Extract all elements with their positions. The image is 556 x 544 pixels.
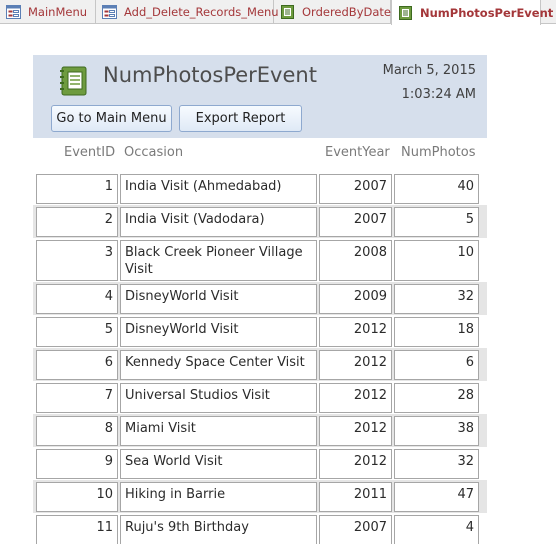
eventyear-cell: 2007 xyxy=(319,174,392,204)
tab-label: MainMenu xyxy=(28,5,88,19)
occasion-cell: Kennedy Space Center Visit xyxy=(120,350,317,380)
numphotos-cell: 10 xyxy=(394,240,479,281)
eventid-cell: 9 xyxy=(36,449,118,479)
eventyear-cell: 2012 xyxy=(319,416,392,446)
form-icon xyxy=(6,5,21,19)
eventyear-cell: 2011 xyxy=(319,482,392,512)
report-title: NumPhotosPerEvent xyxy=(103,63,317,87)
tab-label: NumPhotosPerEvent xyxy=(420,5,554,20)
occasion-cell: DisneyWorld Visit xyxy=(120,317,317,347)
table-row: 1 India Visit (Ahmedabad) 2007 40 xyxy=(33,172,487,205)
numphotos-cell: 28 xyxy=(394,383,479,413)
eventyear-cell: 2012 xyxy=(319,383,392,413)
tab-label: Add_Delete_Records_Menu xyxy=(124,5,279,19)
table-row: 3 Black Creek Pioneer Village Visit 2008… xyxy=(33,238,487,282)
numphotos-cell: 5 xyxy=(394,207,479,237)
column-header-numphotos: NumPhotos xyxy=(401,145,476,160)
eventyear-cell: 2007 xyxy=(319,515,392,544)
table-row: 6 Kennedy Space Center Visit 2012 6 xyxy=(33,348,487,381)
eventyear-cell: 2012 xyxy=(319,449,392,479)
numphotos-cell: 38 xyxy=(394,416,479,446)
report-header: NumPhotosPerEvent March 5, 2015 1:03:24 … xyxy=(33,55,487,138)
eventyear-cell: 2007 xyxy=(319,207,392,237)
form-icon xyxy=(102,5,117,19)
table-row: 8 Miami Visit 2012 38 xyxy=(33,414,487,447)
occasion-cell: Black Creek Pioneer Village Visit xyxy=(120,240,317,281)
column-header-occasion: Occasion xyxy=(124,145,184,160)
table-row: 11 Ruju's 9th Birthday 2007 4 xyxy=(33,513,487,544)
tab-orderedbydate[interactable]: OrderedByDate xyxy=(274,0,391,24)
eventyear-cell: 2012 xyxy=(319,317,392,347)
occasion-cell: DisneyWorld Visit xyxy=(120,284,317,314)
eventid-cell: 6 xyxy=(36,350,118,380)
table-row: 5 DisneyWorld Visit 2012 18 xyxy=(33,315,487,348)
occasion-cell: Sea World Visit xyxy=(120,449,317,479)
eventyear-cell: 2008 xyxy=(319,240,392,281)
export-report-button[interactable]: Export Report xyxy=(179,105,302,132)
occasion-cell: Universal Studios Visit xyxy=(120,383,317,413)
numphotos-cell: 4 xyxy=(394,515,479,544)
numphotos-cell: 32 xyxy=(394,449,479,479)
occasion-cell: Ruju's 9th Birthday xyxy=(120,515,317,544)
report-date: March 5, 2015 xyxy=(382,63,476,78)
tab-numphotosperevent[interactable]: NumPhotosPerEvent xyxy=(391,0,553,25)
column-header-eventyear: EventYear xyxy=(325,145,390,160)
report-time: 1:03:24 AM xyxy=(401,87,476,102)
tab-mainmenu[interactable]: MainMenu xyxy=(0,0,96,24)
occasion-cell: India Visit (Ahmedabad) xyxy=(120,174,317,204)
report-icon xyxy=(399,5,412,20)
occasion-cell: Hiking in Barrie xyxy=(120,482,317,512)
report-icon xyxy=(281,5,294,19)
eventid-cell: 5 xyxy=(36,317,118,347)
eventid-cell: 1 xyxy=(36,174,118,204)
numphotos-cell: 47 xyxy=(394,482,479,512)
report-icon xyxy=(60,66,87,96)
tab-label: OrderedByDate xyxy=(302,5,391,19)
table-row: 4 DisneyWorld Visit 2009 32 xyxy=(33,282,487,315)
occasion-cell: India Visit (Vadodara) xyxy=(120,207,317,237)
document-tab-bar: MainMenu Add_Delete_Records_Menu Ordered… xyxy=(0,0,556,25)
tab-add-delete-records-menu[interactable]: Add_Delete_Records_Menu xyxy=(96,0,279,24)
eventid-cell: 4 xyxy=(36,284,118,314)
eventyear-cell: 2009 xyxy=(319,284,392,314)
eventid-cell: 11 xyxy=(36,515,118,544)
numphotos-cell: 18 xyxy=(394,317,479,347)
occasion-cell: Miami Visit xyxy=(120,416,317,446)
eventid-cell: 10 xyxy=(36,482,118,512)
eventid-cell: 7 xyxy=(36,383,118,413)
table-row: 9 Sea World Visit 2012 32 xyxy=(33,447,487,480)
table-row: 10 Hiking in Barrie 2011 47 xyxy=(33,480,487,513)
eventyear-cell: 2012 xyxy=(319,350,392,380)
numphotos-cell: 32 xyxy=(394,284,479,314)
table-row: 7 Universal Studios Visit 2012 28 xyxy=(33,381,487,414)
eventid-cell: 2 xyxy=(36,207,118,237)
column-header-eventid: EventID xyxy=(64,145,116,160)
numphotos-cell: 40 xyxy=(394,174,479,204)
go-to-main-menu-button[interactable]: Go to Main Menu xyxy=(51,105,172,132)
numphotos-cell: 6 xyxy=(394,350,479,380)
table-row: 2 India Visit (Vadodara) 2007 5 xyxy=(33,205,487,238)
eventid-cell: 3 xyxy=(36,240,118,281)
eventid-cell: 8 xyxy=(36,416,118,446)
